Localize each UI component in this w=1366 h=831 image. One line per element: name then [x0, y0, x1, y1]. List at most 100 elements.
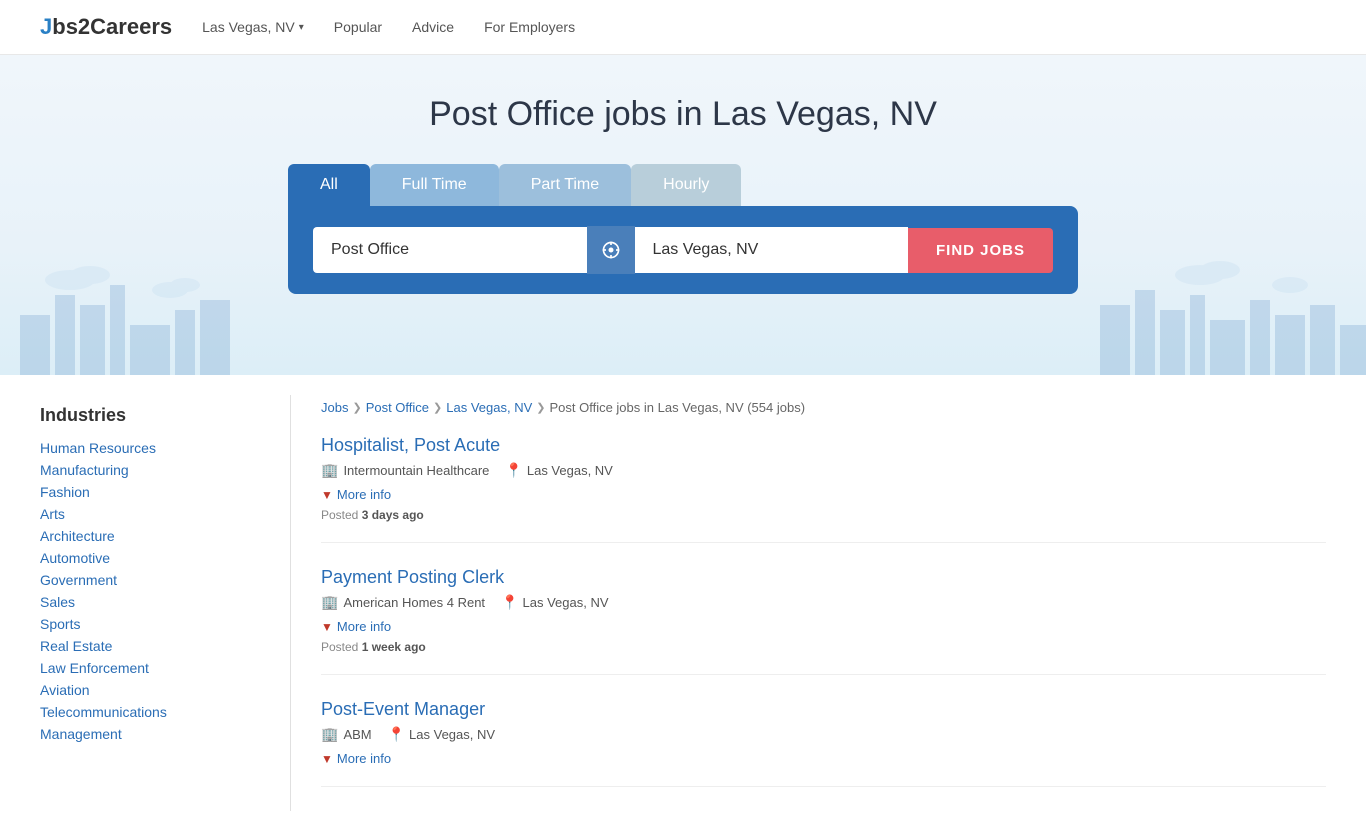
posted-date: Posted 3 days ago [321, 508, 1326, 522]
sidebar-industry-link[interactable]: Law Enforcement [40, 660, 149, 676]
more-info: ▼ More info [321, 751, 1326, 766]
arrow-down-icon: ▼ [321, 488, 333, 502]
find-jobs-button[interactable]: FIND JOBS [908, 228, 1053, 273]
more-info-link[interactable]: ▼ More info [321, 487, 1326, 502]
breadcrumb-post-office[interactable]: Post Office [366, 400, 429, 415]
more-info: ▼ More info [321, 487, 1326, 502]
list-item: Telecommunications [40, 704, 260, 720]
breadcrumb-sep-1: ❯ [352, 401, 361, 414]
more-info-link[interactable]: ▼ More info [321, 619, 1326, 634]
location-text: Las Vegas, NV [523, 595, 609, 610]
logo[interactable]: Jbs2Careers [40, 14, 172, 40]
building-icon: 🏢 [321, 462, 338, 479]
search-box: FIND JOBS [288, 206, 1078, 294]
job-cards-container: Hospitalist, Post Acute 🏢 Intermountain … [321, 435, 1326, 787]
tab-hourly[interactable]: Hourly [631, 164, 741, 206]
list-item: Fashion [40, 484, 260, 500]
sidebar-industry-link[interactable]: Arts [40, 506, 65, 522]
more-info-link[interactable]: ▼ More info [321, 751, 1326, 766]
location-target-button[interactable] [587, 226, 635, 274]
job-meta: 🏢 American Homes 4 Rent 📍 Las Vegas, NV [321, 594, 1326, 611]
job-company: 🏢 Intermountain Healthcare [321, 462, 489, 479]
posted-date: Posted 1 week ago [321, 640, 1326, 654]
breadcrumb-current: Post Office jobs in Las Vegas, NV (554 j… [549, 400, 805, 415]
navbar: Jbs2Careers Las Vegas, NV ▾ Popular Advi… [0, 0, 1366, 55]
job-meta: 🏢 Intermountain Healthcare 📍 Las Vegas, … [321, 462, 1326, 479]
tab-all[interactable]: All [288, 164, 370, 206]
job-card: Post-Event Manager 🏢 ABM 📍 Las Vegas, NV… [321, 699, 1326, 787]
list-item: Manufacturing [40, 462, 260, 478]
sidebar-industry-link[interactable]: Manufacturing [40, 462, 129, 478]
location-input[interactable] [635, 227, 909, 273]
breadcrumb-las-vegas[interactable]: Las Vegas, NV [446, 400, 532, 415]
sidebar-industry-link[interactable]: Real Estate [40, 638, 112, 654]
job-company: 🏢 American Homes 4 Rent [321, 594, 485, 611]
company-name: American Homes 4 Rent [343, 595, 485, 610]
nav-links: Las Vegas, NV ▾ Popular Advice For Emplo… [202, 19, 575, 35]
hero-scene: All Full Time Part Time Hourly [20, 164, 1346, 294]
location-text: Las Vegas, NV [527, 463, 613, 478]
main-content: Industries Human Resources Manufacturing F… [0, 375, 1366, 831]
list-item: Management [40, 726, 260, 742]
sidebar-title: Industries [40, 405, 260, 426]
logo-j: J [40, 14, 52, 39]
arrow-down-icon: ▼ [321, 620, 333, 634]
job-title[interactable]: Post-Event Manager [321, 699, 485, 719]
chevron-down-icon: ▾ [299, 22, 304, 33]
building-icon: 🏢 [321, 726, 338, 743]
sidebar-industry-link[interactable]: Fashion [40, 484, 90, 500]
pin-icon: 📍 [388, 726, 405, 743]
job-card: Hospitalist, Post Acute 🏢 Intermountain … [321, 435, 1326, 543]
tab-part-time[interactable]: Part Time [499, 164, 631, 206]
job-listings: Jobs ❯ Post Office ❯ Las Vegas, NV ❯ Pos… [321, 395, 1326, 811]
sidebar-industry-link[interactable]: Government [40, 572, 117, 588]
nav-advice[interactable]: Advice [412, 19, 454, 35]
building-icon: 🏢 [321, 594, 338, 611]
nav-popular[interactable]: Popular [334, 19, 382, 35]
target-icon [601, 240, 621, 260]
sidebar-industry-link[interactable]: Sports [40, 616, 80, 632]
list-item: Aviation [40, 682, 260, 698]
sidebar-industry-link[interactable]: Automotive [40, 550, 110, 566]
list-item: Real Estate [40, 638, 260, 654]
job-title[interactable]: Hospitalist, Post Acute [321, 435, 500, 455]
list-item: Sales [40, 594, 260, 610]
list-item: Law Enforcement [40, 660, 260, 676]
posted-time: 1 week ago [362, 640, 426, 654]
job-company: 🏢 ABM [321, 726, 372, 743]
list-item: Architecture [40, 528, 260, 544]
sidebar-industry-link[interactable]: Management [40, 726, 122, 742]
sidebar-industry-link[interactable]: Telecommunications [40, 704, 167, 720]
list-item: Arts [40, 506, 260, 522]
breadcrumb: Jobs ❯ Post Office ❯ Las Vegas, NV ❯ Pos… [321, 400, 1326, 415]
sidebar: Industries Human Resources Manufacturing F… [40, 395, 260, 811]
sidebar-divider [290, 395, 291, 811]
sidebar-industry-link[interactable]: Sales [40, 594, 75, 610]
list-item: Automotive [40, 550, 260, 566]
location-text: Las Vegas, NV [409, 727, 495, 742]
logo-rest: bs2Careers [52, 14, 172, 39]
more-info: ▼ More info [321, 619, 1326, 634]
logo-text: Jbs2Careers [40, 14, 172, 39]
list-item: Government [40, 572, 260, 588]
job-meta: 🏢 ABM 📍 Las Vegas, NV [321, 726, 1326, 743]
job-location: 📍 Las Vegas, NV [388, 726, 495, 743]
nav-location-text: Las Vegas, NV [202, 19, 295, 35]
nav-employers[interactable]: For Employers [484, 19, 575, 35]
job-location: 📍 Las Vegas, NV [505, 462, 612, 479]
sidebar-industry-link[interactable]: Architecture [40, 528, 115, 544]
pin-icon: 📍 [501, 594, 518, 611]
sidebar-industry-link[interactable]: Aviation [40, 682, 90, 698]
breadcrumb-sep-2: ❯ [433, 401, 442, 414]
list-item: Human Resources [40, 440, 260, 456]
sidebar-industry-link[interactable]: Human Resources [40, 440, 156, 456]
breadcrumb-jobs[interactable]: Jobs [321, 400, 348, 415]
job-title[interactable]: Payment Posting Clerk [321, 567, 504, 587]
list-item: Sports [40, 616, 260, 632]
posted-time: 3 days ago [362, 508, 424, 522]
job-card: Payment Posting Clerk 🏢 American Homes 4… [321, 567, 1326, 675]
tab-full-time[interactable]: Full Time [370, 164, 499, 206]
arrow-down-icon: ▼ [321, 752, 333, 766]
search-input[interactable] [313, 227, 587, 273]
nav-location[interactable]: Las Vegas, NV ▾ [202, 19, 304, 35]
